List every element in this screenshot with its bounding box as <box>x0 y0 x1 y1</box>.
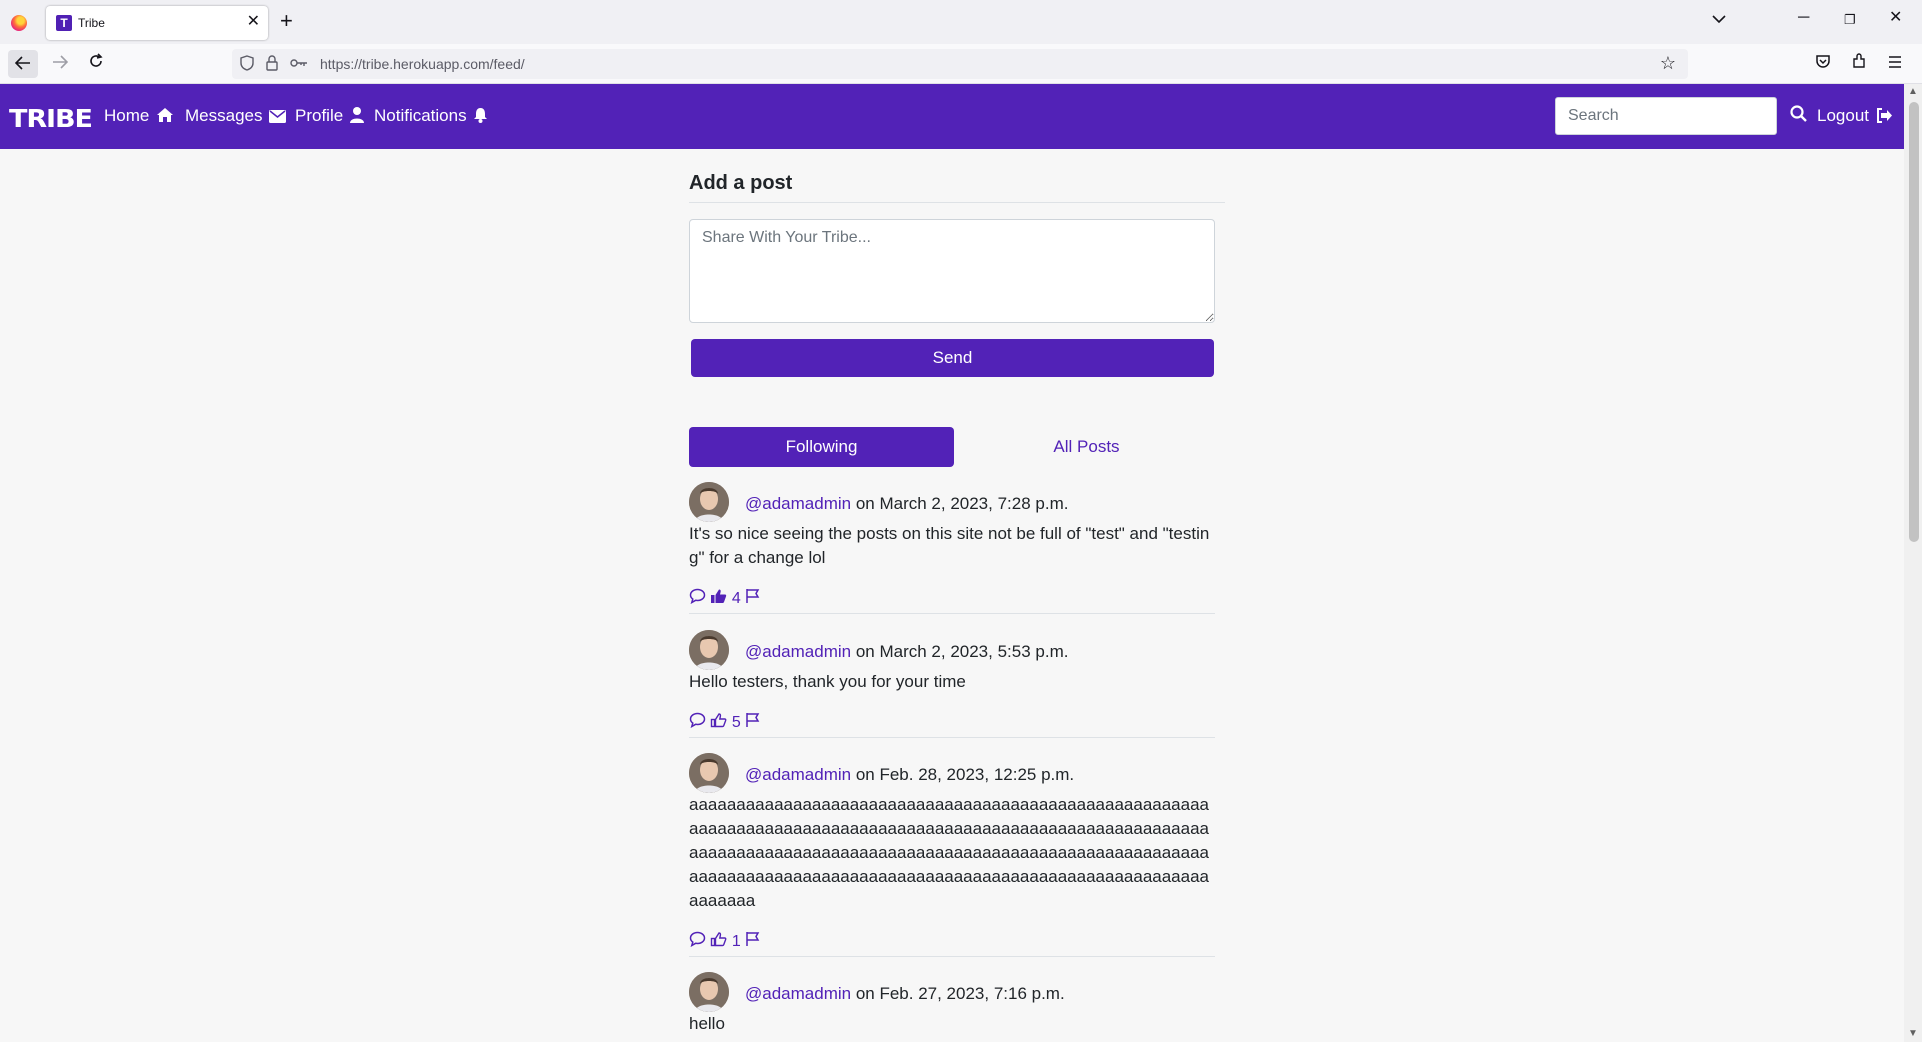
post-body: It's so nice seeing the posts on this si… <box>689 524 1210 567</box>
lock-icon[interactable] <box>266 55 278 75</box>
avatar[interactable] <box>689 630 729 670</box>
post-actions: 5 <box>689 712 760 734</box>
browser-tab-bar: T Tribe ✕ + ─ ❐ ✕ <box>0 0 1922 44</box>
browser-tab-tribe[interactable]: T Tribe ✕ <box>46 6 268 40</box>
pocket-icon[interactable] <box>1815 53 1831 73</box>
user-icon <box>349 107 364 128</box>
flag-icon[interactable] <box>745 712 760 734</box>
divider <box>689 202 1225 203</box>
comment-icon[interactable] <box>689 588 706 610</box>
site-navbar: TRIBE Home Messages Profile Notification… <box>0 84 1904 149</box>
add-post-title: Add a post <box>689 172 793 194</box>
post-date: on March 2, 2023, 7:28 p.m. <box>855 494 1069 513</box>
nav-messages[interactable]: Messages <box>185 106 287 128</box>
bookmark-star-icon[interactable]: ☆ <box>1660 53 1676 74</box>
post-body: aaaaaaaaaaaaaaaaaaaaaaaaaaaaaaaaaaaaaaaa… <box>689 795 1210 910</box>
post-author-link[interactable]: @adamadmin <box>745 765 851 784</box>
avatar[interactable] <box>689 482 729 522</box>
reload-icon[interactable] <box>88 53 104 73</box>
avatar[interactable] <box>689 972 729 1012</box>
nav-profile-label: Profile <box>295 106 344 125</box>
app-menu-icon[interactable] <box>1887 53 1903 73</box>
search-input[interactable] <box>1555 97 1777 135</box>
url-bar[interactable]: https://tribe.herokuapp.com/feed/ ☆ <box>232 49 1688 79</box>
nav-home-label: Home <box>104 106 150 125</box>
tab-close-icon[interactable]: ✕ <box>247 13 260 31</box>
page-scrollbar[interactable]: ▲ ▼ <box>1904 84 1922 1042</box>
divider <box>689 737 1215 738</box>
extensions-icon[interactable] <box>1851 53 1867 73</box>
thumbs-up-icon[interactable] <box>710 712 727 734</box>
search-icon[interactable] <box>1790 105 1807 127</box>
send-button[interactable]: Send <box>691 339 1214 377</box>
browser-toolbar: https://tribe.herokuapp.com/feed/ ☆ <box>0 44 1922 84</box>
like-count: 4 <box>731 590 741 607</box>
window-close-icon[interactable]: ✕ <box>1889 8 1902 28</box>
nav-notifications[interactable]: Notifications <box>374 106 488 128</box>
key-icon[interactable] <box>290 55 308 73</box>
post-body: Hello testers, thank you for your time <box>689 672 966 691</box>
back-arrow-icon[interactable] <box>8 50 38 78</box>
post-date: on Feb. 28, 2023, 12:25 p.m. <box>855 765 1075 784</box>
nav-home[interactable]: Home <box>104 106 174 128</box>
tracking-shield-icon[interactable] <box>240 55 254 75</box>
list-all-tabs-icon[interactable] <box>1712 11 1726 27</box>
bell-icon <box>473 107 488 128</box>
tab-all-posts[interactable]: All Posts <box>954 427 1219 467</box>
post-meta: @adamadmin on Feb. 28, 2023, 12:25 p.m. <box>745 765 1074 785</box>
post-date: on Feb. 27, 2023, 7:16 p.m. <box>855 984 1065 1003</box>
firefox-logo-icon[interactable] <box>11 15 27 31</box>
nav-logout-label: Logout <box>1817 106 1869 125</box>
restore-icon[interactable]: ❐ <box>1844 10 1856 30</box>
post-author-link[interactable]: @adamadmin <box>745 984 851 1003</box>
thumbs-up-icon[interactable] <box>710 931 727 953</box>
nav-notifications-label: Notifications <box>374 106 467 125</box>
brand-logo[interactable]: TRIBE <box>9 104 93 133</box>
comment-icon[interactable] <box>689 712 706 734</box>
post-textarea[interactable] <box>689 219 1215 323</box>
scrollbar-thumb[interactable] <box>1909 102 1919 542</box>
post-actions: 1 <box>689 931 760 953</box>
tribe-favicon-icon: T <box>56 15 72 31</box>
post-meta: @adamadmin on March 2, 2023, 5:53 p.m. <box>745 642 1068 662</box>
url-text[interactable]: https://tribe.herokuapp.com/feed/ <box>320 56 525 72</box>
nav-logout[interactable]: Logout <box>1817 106 1893 128</box>
post-body: hello <box>689 1014 725 1033</box>
post-date: on March 2, 2023, 5:53 p.m. <box>855 642 1069 661</box>
avatar[interactable] <box>689 753 729 793</box>
sign-out-icon <box>1876 108 1893 128</box>
post-actions: 4 <box>689 588 760 610</box>
minimize-icon[interactable]: ─ <box>1798 8 1809 28</box>
envelope-icon <box>269 108 287 128</box>
new-tab-icon[interactable]: + <box>280 9 293 33</box>
post-author-link[interactable]: @adamadmin <box>745 494 851 513</box>
flag-icon[interactable] <box>745 588 760 610</box>
nav-messages-label: Messages <box>185 106 263 125</box>
scroll-up-arrow-icon[interactable]: ▲ <box>1908 86 1918 97</box>
post-meta: @adamadmin on Feb. 27, 2023, 7:16 p.m. <box>745 984 1065 1004</box>
like-count: 5 <box>731 714 741 731</box>
forward-arrow-icon[interactable] <box>52 53 69 73</box>
post-meta: @adamadmin on March 2, 2023, 7:28 p.m. <box>745 494 1068 514</box>
scroll-down-arrow-icon[interactable]: ▼ <box>1908 1028 1918 1039</box>
flag-icon[interactable] <box>745 931 760 953</box>
like-count: 1 <box>731 933 741 950</box>
home-icon <box>156 107 174 128</box>
nav-profile[interactable]: Profile <box>295 106 364 128</box>
tab-title: Tribe <box>78 16 105 30</box>
post-author-link[interactable]: @adamadmin <box>745 642 851 661</box>
thumbs-up-solid-icon[interactable] <box>710 588 727 610</box>
tab-following[interactable]: Following <box>689 427 954 467</box>
comment-icon[interactable] <box>689 931 706 953</box>
divider <box>689 956 1215 957</box>
divider <box>689 613 1215 614</box>
